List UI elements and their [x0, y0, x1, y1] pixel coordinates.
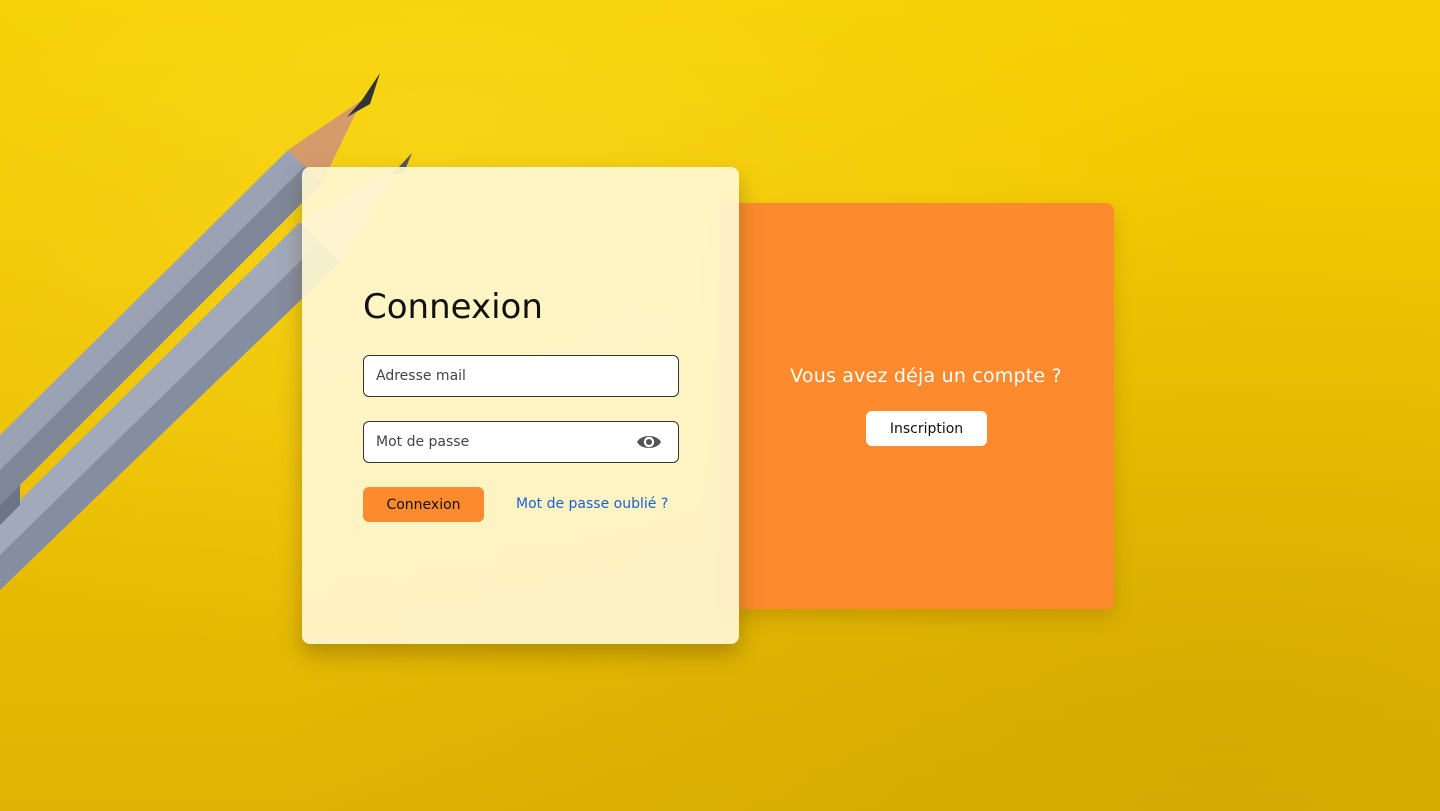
password-field: [363, 421, 679, 463]
forgot-password-link[interactable]: Mot de passe oublié ?: [516, 496, 668, 512]
signup-question: Vous avez déja un compte ?: [790, 365, 1062, 387]
email-input[interactable]: [376, 356, 626, 396]
login-panel: Connexion Connexion Mot de passe oublié …: [302, 167, 739, 644]
password-input[interactable]: [376, 422, 626, 462]
eye-icon[interactable]: [636, 431, 662, 453]
signup-button[interactable]: Inscription: [866, 411, 987, 446]
page-background: Vous avez déja un compte ? Inscription C…: [0, 0, 1440, 811]
email-field: [363, 355, 679, 397]
login-button[interactable]: Connexion: [363, 487, 484, 522]
login-title: Connexion: [363, 287, 543, 327]
signup-panel: Vous avez déja un compte ? Inscription: [720, 203, 1114, 609]
